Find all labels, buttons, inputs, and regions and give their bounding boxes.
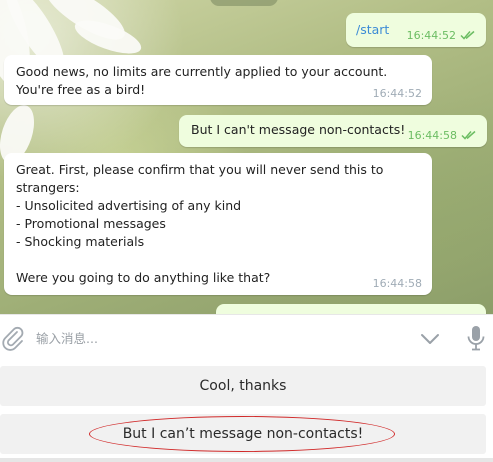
message-input[interactable] — [36, 324, 406, 352]
message-incoming[interactable]: Great. First, please confirm that you wi… — [4, 153, 432, 295]
chevron-down-icon[interactable] — [418, 327, 442, 351]
message-meta: 16:44:58 — [408, 129, 477, 143]
microphone-icon[interactable] — [464, 324, 488, 352]
bot-reply-keyboard: Cool, thanks But I can’t message non-con… — [0, 360, 493, 462]
chat-history[interactable]: /start 16:44:52 Good news, no limits are… — [0, 0, 493, 314]
message-time: 16:44:52 — [406, 29, 456, 42]
double-check-icon — [461, 130, 476, 140]
message-text: Great. First, please confirm that you wi… — [16, 162, 384, 285]
message-composer — [0, 314, 493, 360]
message-text: Good news, no limits are currently appli… — [16, 64, 388, 97]
message-outgoing[interactable]: /start 16:44:52 — [346, 13, 486, 47]
bottom-divider — [0, 458, 493, 462]
reply-button-cool-thanks[interactable]: Cool, thanks — [0, 366, 486, 406]
message-time: 16:44:52 — [372, 87, 422, 100]
message-incoming[interactable]: Good news, no limits are currently appli… — [4, 55, 432, 105]
message-meta: 16:44:52 — [407, 29, 476, 43]
message-outgoing[interactable]: But I can't message non-contacts! 16:44:… — [179, 115, 487, 147]
reply-button-cant-message[interactable]: But I can’t message non-contacts! — [0, 414, 486, 454]
message-time: 16:44:58 — [372, 277, 422, 290]
paperclip-icon[interactable] — [0, 325, 26, 351]
date-pill — [210, 0, 278, 6]
message-time: 16:44:58 — [407, 129, 457, 142]
double-check-icon — [460, 30, 475, 40]
message-outgoing-partial[interactable] — [216, 304, 486, 314]
